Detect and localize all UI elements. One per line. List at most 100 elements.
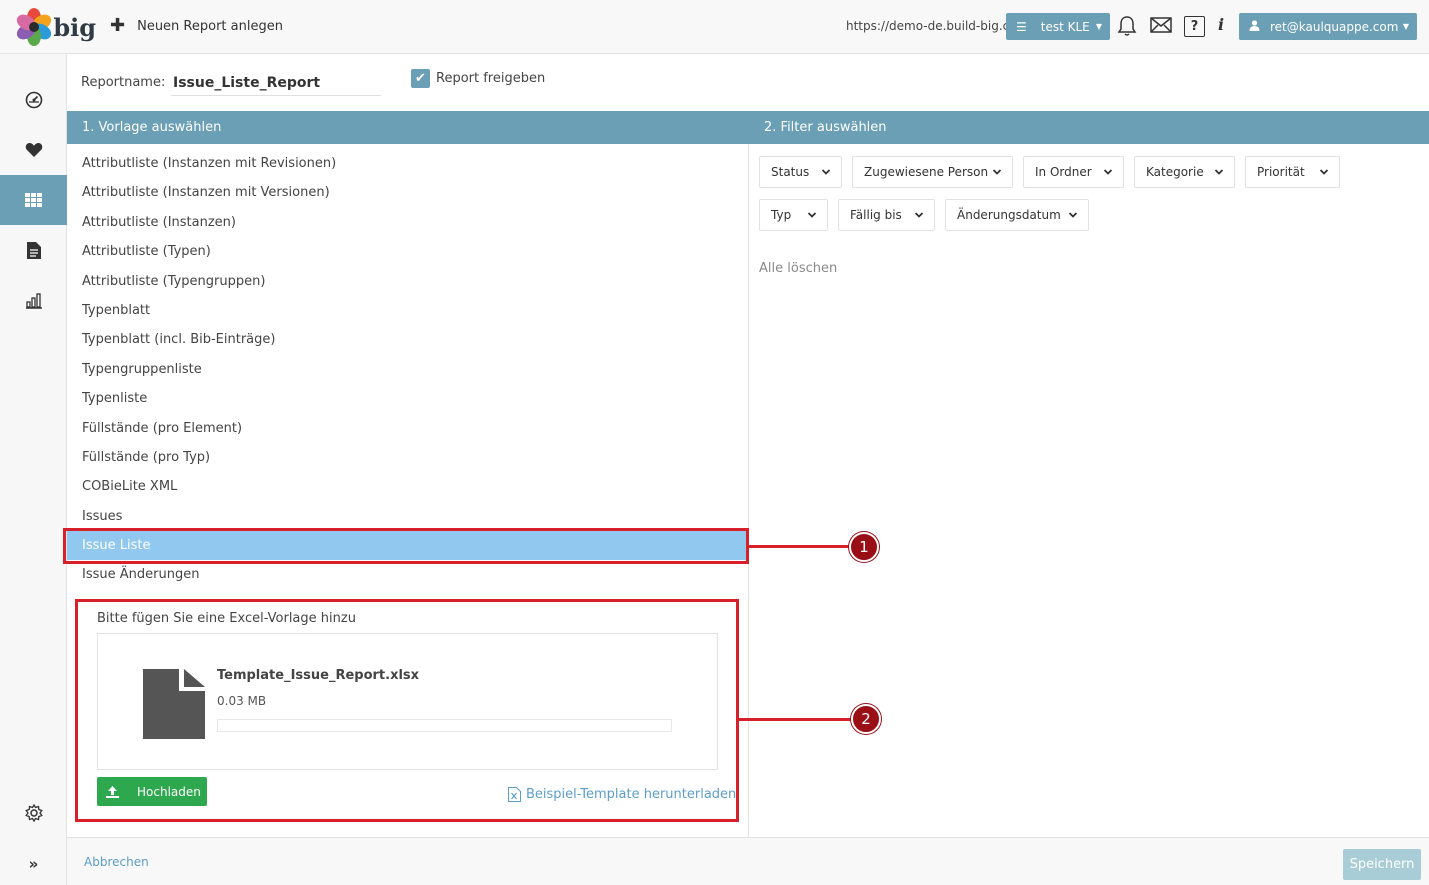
annotation-line-1 — [749, 545, 852, 548]
template-item[interactable]: Typenliste — [67, 384, 748, 413]
report-freigeben-label: Report freigeben — [436, 71, 546, 86]
save-button[interactable]: Speichern — [1343, 849, 1421, 880]
section-title-vorlage: 1. Vorlage auswählen — [82, 120, 222, 135]
filter-label: Zugewiesene Person — [864, 165, 989, 179]
upload-button-label: Hochladen — [137, 784, 201, 799]
user-dropdown[interactable]: ret@kaulquappe.com ▼ — [1239, 13, 1417, 40]
upload-button[interactable]: Hochladen — [97, 777, 207, 806]
template-item[interactable]: Attributliste (Typen) — [67, 237, 748, 266]
filter-label: Status — [771, 165, 810, 179]
template-item[interactable]: Füllstände (pro Element) — [67, 414, 748, 443]
chevron-down-icon — [1319, 169, 1329, 175]
checkmark-icon: ✔ — [411, 69, 430, 88]
cancel-link[interactable]: Abbrechen — [84, 855, 149, 869]
user-icon — [1249, 19, 1260, 34]
section-header-bar: 1. Vorlage auswählen 2. Filter auswählen — [67, 111, 1429, 144]
sidebar-item-settings[interactable] — [0, 788, 67, 838]
caret-down-icon: ▼ — [1095, 22, 1102, 31]
annotation-line-2 — [739, 718, 852, 721]
filter-label: Kategorie — [1146, 165, 1204, 179]
grid-icon — [25, 193, 42, 207]
sidebar: » — [0, 54, 67, 885]
clear-all-filters-link[interactable]: Alle löschen — [759, 261, 837, 276]
chevron-down-icon — [807, 212, 817, 218]
logo-text: big — [53, 12, 96, 42]
file-size: 0.03 MB — [217, 694, 267, 708]
filter-in-ordner[interactable]: In Ordner — [1023, 156, 1124, 188]
filter-prioritaet[interactable]: Priorität — [1245, 156, 1340, 188]
new-report-button[interactable]: ✚ Neuen Report anlegen — [110, 17, 283, 35]
upload-title: Bitte fügen Sie eine Excel-Vorlage hinzu — [97, 611, 356, 626]
template-item[interactable]: Attributliste (Instanzen mit Revisionen) — [67, 149, 748, 178]
chevron-down-icon — [821, 169, 831, 175]
template-item[interactable]: Typengruppenliste — [67, 355, 748, 384]
template-item[interactable]: Füllstände (pro Typ) — [67, 443, 748, 472]
sidebar-expand[interactable]: » — [0, 839, 67, 885]
document-icon — [26, 241, 41, 259]
double-chevron-right-icon: » — [28, 855, 39, 873]
selected-template-highlight — [63, 528, 749, 564]
reportname-label: Reportname: — [81, 75, 166, 90]
sidebar-item-apps[interactable] — [0, 175, 67, 225]
bell-icon[interactable] — [1117, 15, 1137, 41]
sidebar-item-dashboard[interactable] — [0, 75, 67, 125]
mail-icon[interactable] — [1150, 15, 1172, 39]
heart-icon — [25, 143, 42, 157]
filter-aenderungsdatum[interactable]: Änderungsdatum — [945, 199, 1089, 231]
template-list: Attributliste (Instanzen mit Revisionen)… — [67, 149, 748, 590]
upload-icon — [106, 785, 119, 798]
sample-template-label: Beispiel-Template herunterladen — [526, 787, 737, 802]
template-item[interactable]: COBieLite XML — [67, 472, 748, 501]
excel-file-icon — [508, 787, 521, 802]
template-item[interactable]: Typenblatt (incl. Bib-Einträge) — [67, 325, 748, 354]
hamburger-icon: ☰ — [1016, 19, 1027, 34]
server-url: https://demo-de.build-big.ch — [846, 19, 1017, 33]
filter-label: Fällig bis — [850, 208, 902, 222]
caret-down-icon: ▼ — [1402, 22, 1409, 31]
template-item[interactable]: Attributliste (Typengruppen) — [67, 267, 748, 296]
chevron-down-icon — [1214, 169, 1224, 175]
top-bar: big ✚ Neuen Report anlegen https://demo-… — [0, 0, 1429, 54]
sidebar-item-documents[interactable] — [0, 225, 67, 275]
sidebar-item-favorites[interactable] — [0, 125, 67, 175]
project-dropdown[interactable]: ☰ test KLE ▼ — [1006, 13, 1110, 40]
file-drop-area[interactable]: Template_Issue_Report.xlsx 0.03 MB — [97, 633, 718, 770]
new-report-label: Neuen Report anlegen — [137, 18, 283, 34]
chevron-down-icon — [992, 169, 1002, 175]
info-icon[interactable]: i — [1218, 15, 1224, 34]
chevron-down-icon — [1068, 212, 1078, 218]
chevron-down-icon — [1103, 169, 1113, 175]
filter-label: In Ordner — [1035, 165, 1092, 179]
gear-icon — [24, 804, 43, 822]
filter-faellig-bis[interactable]: Fällig bis — [838, 199, 935, 231]
reports-chart-icon — [25, 292, 42, 309]
template-item[interactable]: Attributliste (Instanzen) — [67, 208, 748, 237]
filter-status[interactable]: Status — [759, 156, 842, 188]
filter-label: Typ — [771, 208, 792, 222]
filter-label: Priorität — [1257, 165, 1305, 179]
file-name: Template_Issue_Report.xlsx — [217, 668, 420, 683]
logo-flower-icon — [14, 8, 54, 46]
help-icon[interactable]: ? — [1184, 16, 1205, 37]
filter-typ[interactable]: Typ — [759, 199, 828, 231]
sidebar-item-reports[interactable] — [0, 275, 67, 325]
template-item[interactable]: Typenblatt — [67, 296, 748, 325]
reportname-input[interactable] — [171, 71, 381, 96]
main-content: Reportname: ✔ Report freigeben 1. Vorlag… — [67, 54, 1429, 885]
sample-template-link[interactable]: Beispiel-Template herunterladen — [508, 787, 736, 802]
filter-zugewiesene-person[interactable]: Zugewiesene Person — [852, 156, 1013, 188]
project-label: test KLE — [1040, 19, 1090, 34]
template-item[interactable]: Issues — [67, 502, 748, 531]
plus-icon: ✚ — [110, 15, 126, 36]
report-freigeben-checkbox[interactable]: ✔ Report freigeben — [411, 69, 545, 88]
file-icon — [143, 669, 205, 739]
app-logo[interactable]: big — [14, 8, 96, 46]
template-item[interactable]: Issue Änderungen — [67, 560, 748, 589]
filter-kategorie[interactable]: Kategorie — [1134, 156, 1235, 188]
dashboard-icon — [25, 91, 42, 109]
column-divider — [748, 144, 749, 837]
template-item[interactable]: Attributliste (Instanzen mit Versionen) — [67, 178, 748, 207]
filter-label: Änderungsdatum — [957, 208, 1061, 222]
upload-progress-bar — [217, 719, 672, 732]
section-title-filter: 2. Filter auswählen — [764, 120, 887, 135]
